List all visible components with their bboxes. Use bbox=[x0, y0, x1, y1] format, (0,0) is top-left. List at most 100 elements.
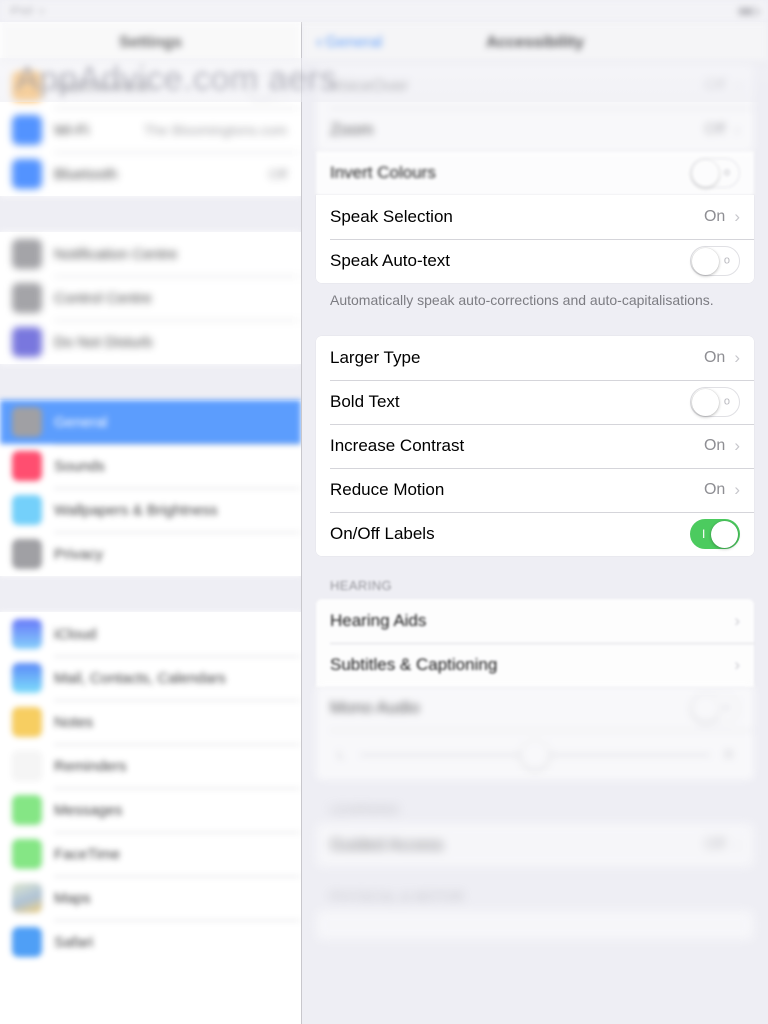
status-bar-right bbox=[732, 6, 760, 16]
row-guided-access[interactable]: Guided Access Off › bbox=[316, 822, 754, 867]
wifi-icon: ▿ bbox=[38, 5, 45, 18]
sidebar-item-general[interactable]: General bbox=[0, 400, 301, 444]
mono-audio-toggle[interactable]: o bbox=[690, 692, 740, 723]
chevron-right-icon: › bbox=[734, 120, 740, 139]
sidebar-item-label: Bluetooth bbox=[54, 165, 118, 183]
do-not-disturb-icon bbox=[12, 327, 42, 357]
on-off-labels-toggle[interactable]: I bbox=[690, 518, 740, 549]
toggle-off-label: o bbox=[723, 395, 730, 408]
status-bar: iPad ▿ bbox=[0, 0, 768, 22]
toggle-knob bbox=[692, 160, 719, 187]
sidebar-item-label: Maps bbox=[54, 889, 91, 907]
row-label: Invert Colours bbox=[330, 163, 436, 182]
row-value: On bbox=[703, 480, 726, 498]
row-label: Subtitles & Captioning bbox=[330, 654, 498, 674]
row-label: Speak Auto-text bbox=[330, 251, 451, 270]
row-speak-selection[interactable]: Speak Selection On › bbox=[316, 195, 754, 239]
sidebar-group-apps[interactable]: iCloud Mail, Contacts, Calendars Notes R… bbox=[0, 612, 301, 964]
chevron-right-icon: › bbox=[734, 610, 740, 630]
row-label: Hearing Aids bbox=[330, 610, 427, 630]
sidebar-divider bbox=[0, 576, 301, 612]
hearing-card-bottom[interactable]: Mono Audio o L R bbox=[316, 685, 754, 780]
toggle-off-label: o bbox=[723, 254, 730, 267]
back-button[interactable]: ‹ General bbox=[316, 33, 382, 52]
sidebar-item-facetime[interactable]: FaceTime bbox=[0, 832, 301, 876]
battery-icon bbox=[738, 6, 760, 16]
chevron-right-icon: › bbox=[734, 207, 740, 226]
toggle-knob bbox=[711, 520, 738, 548]
sidebar-item-maps[interactable]: Maps bbox=[0, 876, 301, 920]
row-mono-audio[interactable]: Mono Audio o bbox=[316, 685, 754, 730]
sidebar-item-notification-centre[interactable]: Notification Centre bbox=[0, 232, 301, 276]
sidebar-group-device[interactable]: General Sounds Wallpapers & Brightness P… bbox=[0, 400, 301, 576]
row-larger-type[interactable]: Larger Type On › bbox=[316, 335, 754, 380]
status-bar-left: iPad ▿ bbox=[10, 5, 45, 18]
sidebar-title: Settings bbox=[118, 33, 183, 51]
row-increase-contrast[interactable]: Increase Contrast On › bbox=[316, 423, 754, 468]
chevron-right-icon: › bbox=[734, 435, 740, 455]
row-label: Zoom bbox=[330, 120, 374, 139]
row-value: On bbox=[703, 436, 726, 454]
vision-card-mid[interactable]: Invert Colours o bbox=[316, 151, 754, 195]
row-invert-colours[interactable]: Invert Colours o bbox=[316, 151, 754, 195]
sidebar-item-control-centre[interactable]: Control Centre bbox=[0, 276, 301, 320]
sidebar-group-system[interactable]: Notification Centre Control Centre Do No… bbox=[0, 232, 301, 364]
sidebar-item-label: FaceTime bbox=[54, 845, 121, 863]
sidebar-item-safari[interactable]: Safari bbox=[0, 920, 301, 964]
sidebar-item-bluetooth[interactable]: Bluetooth Off bbox=[0, 152, 301, 196]
audio-balance-slider[interactable] bbox=[360, 740, 710, 769]
toggle-on-label: I bbox=[702, 526, 706, 541]
icloud-icon bbox=[12, 619, 42, 649]
sidebar-item-reminders[interactable]: Reminders bbox=[0, 744, 301, 788]
type-card[interactable]: Larger Type On › Bold Text o Increase Co… bbox=[316, 335, 754, 556]
chevron-right-icon: › bbox=[734, 347, 740, 367]
physical-section-header: PHYSICAL & MOTOR bbox=[330, 888, 465, 904]
sidebar-item-icloud[interactable]: iCloud bbox=[0, 612, 301, 656]
bold-text-toggle[interactable]: o bbox=[690, 386, 740, 417]
ipad-settings-screen: iPad ▿ Settings Airplane Mode Wi-Fi The … bbox=[0, 0, 768, 1024]
sounds-icon bbox=[12, 451, 42, 481]
row-on-off-labels[interactable]: On/Off Labels I bbox=[316, 511, 754, 556]
row-label: Guided Access bbox=[330, 834, 444, 854]
row-zoom[interactable]: Zoom Off › bbox=[316, 108, 754, 152]
physical-card[interactable] bbox=[316, 909, 754, 940]
audio-balance-slider-row[interactable]: L R bbox=[316, 729, 754, 780]
row-value: Off bbox=[704, 121, 726, 138]
sidebar-item-messages[interactable]: Messages bbox=[0, 788, 301, 832]
bluetooth-state-value: Off bbox=[268, 166, 287, 182]
vision-card-bottom[interactable]: Speak Selection On › Speak Auto-text o bbox=[316, 195, 754, 283]
row-label: Larger Type bbox=[330, 347, 421, 367]
row-subtitles-captioning[interactable]: Subtitles & Captioning › bbox=[316, 642, 754, 687]
sidebar-item-wallpapers-brightness[interactable]: Wallpapers & Brightness bbox=[0, 488, 301, 532]
toggle-knob bbox=[692, 248, 719, 275]
toggle-knob bbox=[692, 694, 719, 722]
sidebar-item-do-not-disturb[interactable]: Do Not Disturb bbox=[0, 320, 301, 364]
row-reduce-motion[interactable]: Reduce Motion On › bbox=[316, 467, 754, 512]
sidebar-item-label: Control Centre bbox=[54, 289, 152, 307]
sidebar-divider bbox=[0, 364, 301, 400]
wallpaper-icon bbox=[12, 495, 42, 525]
row-value: On bbox=[703, 208, 726, 225]
learning-card[interactable]: Guided Access Off › bbox=[316, 822, 754, 867]
sidebar-item-privacy[interactable]: Privacy bbox=[0, 532, 301, 576]
row-hearing-aids[interactable]: Hearing Aids › bbox=[316, 598, 754, 643]
slider-knob[interactable] bbox=[521, 740, 549, 769]
toggle-off-label: o bbox=[723, 701, 730, 714]
chevron-left-icon: ‹ bbox=[316, 32, 323, 53]
row-bold-text[interactable]: Bold Text o bbox=[316, 379, 754, 424]
sidebar-item-label: Notes bbox=[54, 713, 94, 731]
detail-scroll[interactable]: VoiceOver Off › Zoom Off › Invert Colour… bbox=[302, 64, 768, 1024]
settings-sidebar[interactable]: Settings Airplane Mode Wi-Fi The Bloomin… bbox=[0, 22, 302, 1024]
notes-icon bbox=[12, 707, 42, 737]
invert-colours-toggle[interactable]: o bbox=[690, 158, 740, 188]
sidebar-item-notes[interactable]: Notes bbox=[0, 700, 301, 744]
chevron-right-icon: › bbox=[734, 654, 740, 674]
hearing-section-band: HEARING Hearing Aids › Subtitles & Capti… bbox=[302, 556, 768, 687]
sidebar-item-wifi[interactable]: Wi-Fi The Bloomingtons.com bbox=[0, 108, 301, 152]
speak-auto-text-toggle[interactable]: o bbox=[690, 246, 740, 276]
row-label: On/Off Labels bbox=[330, 523, 435, 543]
sidebar-item-sounds[interactable]: Sounds bbox=[0, 444, 301, 488]
sidebar-item-mail-contacts-calendars[interactable]: Mail, Contacts, Calendars bbox=[0, 656, 301, 700]
hearing-card-top[interactable]: Hearing Aids › Subtitles & Captioning › bbox=[316, 598, 754, 687]
row-speak-auto-text[interactable]: Speak Auto-text o bbox=[316, 239, 754, 283]
